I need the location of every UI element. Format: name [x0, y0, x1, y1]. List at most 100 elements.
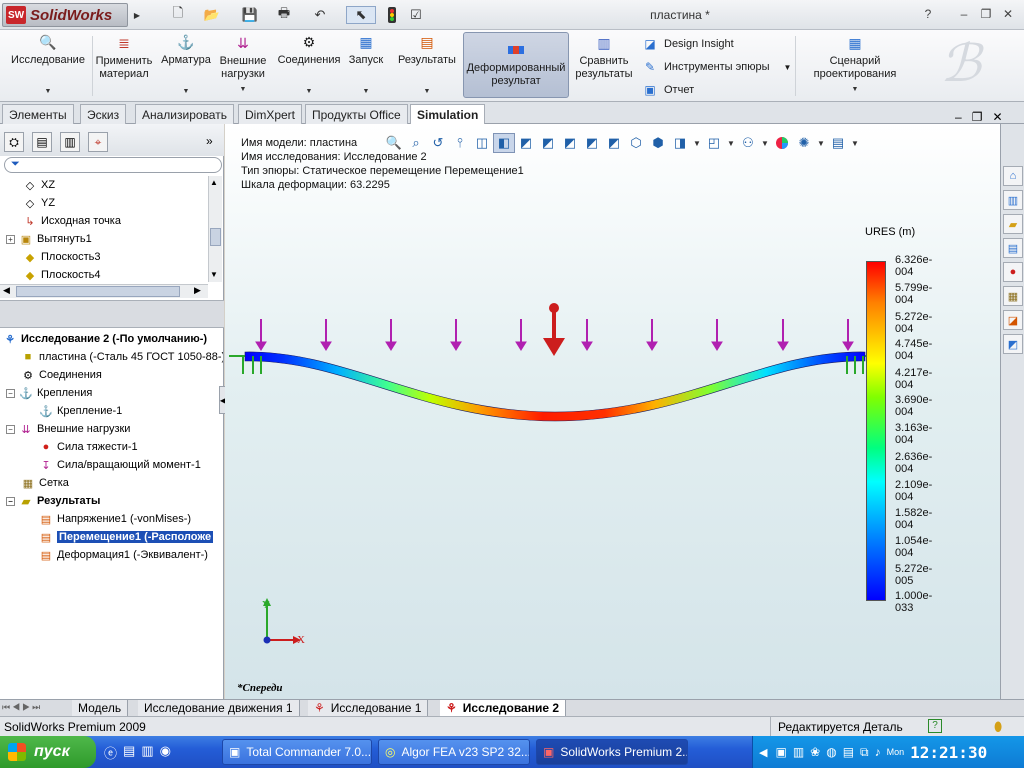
undo-icon[interactable]: ↶: [308, 6, 332, 24]
scroll-left-icon[interactable]: ◀: [3, 285, 10, 296]
deformed-beam[interactable]: [244, 351, 866, 422]
tree-item-part[interactable]: ■ пластина (-Сталь 45 ГОСТ 1050-88-): [20, 348, 223, 366]
tree-horizontal-scrollbar[interactable]: ◀ ▶: [0, 284, 208, 298]
tree-item-fixtures[interactable]: − ⚓ Крепления: [6, 384, 92, 402]
tab-motion-study-1[interactable]: Исследование движения 1: [138, 700, 300, 716]
new-document-icon[interactable]: 🗋: [166, 5, 190, 24]
minimize-icon[interactable]: –: [956, 7, 972, 21]
expand-node-icon[interactable]: +: [6, 234, 15, 244]
tree-item-mesh[interactable]: ▦ Сетка: [20, 474, 69, 492]
isometric-view-icon[interactable]: ◩: [515, 133, 537, 153]
chevron-down-icon[interactable]: ▼: [815, 133, 827, 153]
scroll-thumb[interactable]: [210, 228, 221, 246]
help-icon[interactable]: ?: [920, 7, 936, 21]
tree-item-displacement[interactable]: ▤ Перемещение1 (-Расположе: [38, 528, 214, 546]
start-button[interactable]: пуск: [0, 736, 96, 768]
tray-antivirus-icon[interactable]: ❀: [810, 745, 820, 759]
tray-expand-icon[interactable]: ◀: [759, 746, 767, 759]
chevron-down-icon[interactable]: ▼: [759, 133, 771, 153]
tab-study-2[interactable]: ⚘ Исследование 2: [440, 700, 567, 716]
scroll-up-icon[interactable]: ▲: [210, 178, 218, 187]
back-view-icon[interactable]: ◩: [603, 133, 625, 153]
collapse-node-icon[interactable]: −: [6, 424, 15, 434]
tab-scroll-arrows-icon[interactable]: ⏮◀▶⏭: [2, 702, 42, 713]
hidden-lines-icon[interactable]: ⬢: [647, 133, 669, 153]
right-view-icon[interactable]: ◩: [581, 133, 603, 153]
configuration-manager-tab-icon[interactable]: ▥: [60, 132, 80, 152]
tray-app-icon[interactable]: ▣: [775, 745, 786, 759]
top-view-icon[interactable]: ◩: [559, 133, 581, 153]
scroll-right-icon[interactable]: ▶: [194, 285, 201, 296]
view-orientation-icon[interactable]: ◫: [471, 133, 493, 153]
close-icon[interactable]: ✕: [992, 110, 1002, 124]
tree-item-connections[interactable]: ⚙ Соединения: [20, 366, 102, 384]
flyout-arrow-icon[interactable]: ▶: [132, 6, 142, 24]
display-style-icon[interactable]: ◨: [669, 133, 691, 153]
tree-item-stress[interactable]: ▤ Напряжение1 (-vonMises-): [38, 510, 191, 528]
task-solidworks[interactable]: ▣ SolidWorks Premium 2...: [536, 739, 688, 765]
custom-properties-icon[interactable]: ▦: [1003, 286, 1023, 306]
external-loads-button[interactable]: ⇊ Внешние нагрузки ▼: [216, 34, 270, 98]
tab-sketch[interactable]: Эскиз: [80, 104, 127, 124]
scroll-down-icon[interactable]: ▼: [210, 270, 218, 279]
design-insight-button[interactable]: ◪ Design Insight: [642, 34, 733, 54]
previous-view-icon[interactable]: ↺: [427, 133, 449, 153]
select-icon[interactable]: ⬉: [346, 6, 376, 24]
fixtures-button[interactable]: ⚓ Арматура ▼: [158, 34, 214, 98]
open-icon[interactable]: 📂: [200, 6, 224, 24]
chevron-down-icon[interactable]: ▼: [725, 133, 737, 153]
plot-tools-button[interactable]: ✎ Инструменты эпюры ▼: [642, 57, 791, 77]
save-icon[interactable]: 💾: [238, 6, 262, 24]
zoom-to-area-icon[interactable]: ⌕: [405, 133, 427, 153]
tab-evaluate[interactable]: Анализировать: [135, 104, 234, 124]
design-scenario-button[interactable]: ▦ Сценарий проектирования ▼: [806, 34, 904, 98]
dimxpert-manager-tab-icon[interactable]: ⌖: [88, 132, 108, 152]
task-total-commander[interactable]: ▣ Total Commander 7.0...: [222, 739, 372, 765]
wireframe-icon[interactable]: ⬡: [625, 133, 647, 153]
collapse-node-icon[interactable]: −: [6, 496, 15, 506]
chevron-down-icon[interactable]: ▼: [691, 133, 703, 153]
zoom-to-fit-icon[interactable]: 🔍: [383, 133, 405, 153]
shaded-view-icon[interactable]: ◧: [493, 133, 515, 153]
tree-vertical-scrollbar[interactable]: ▲ ▼: [208, 176, 222, 282]
deformed-result-button[interactable]: Деформированный результат: [463, 32, 569, 98]
tree-item-fixture-1[interactable]: ⚓ Крепление-1: [38, 402, 122, 420]
graphics-viewport[interactable]: Имя модели: пластина Имя исследования: И…: [225, 110, 1003, 699]
tree-item-plane3[interactable]: ◆ Плоскость3: [22, 248, 101, 266]
section-view-icon[interactable]: ⫯: [449, 133, 471, 153]
tab-features[interactable]: Элементы: [2, 104, 74, 124]
tray-connection-icon[interactable]: ⧉: [860, 745, 869, 760]
tab-model[interactable]: Модель: [72, 700, 129, 716]
tab-office-products[interactable]: Продукты Office: [305, 104, 408, 124]
simulation-advisor-icon[interactable]: ◪: [1003, 310, 1023, 330]
restore-icon[interactable]: ❐: [972, 110, 983, 124]
solidworks-resources-icon[interactable]: ◩: [1003, 334, 1023, 354]
tab-study-1[interactable]: ⚘ Исследование 1: [308, 700, 429, 716]
appearances-icon[interactable]: ●: [1003, 262, 1023, 282]
study-button[interactable]: 🔍 Исследование ▼: [8, 34, 88, 98]
tree-item-plane4[interactable]: ◆ Плоскость4: [22, 266, 101, 282]
compare-results-button[interactable]: ▥ Сравнить результаты: [572, 34, 636, 98]
apply-scene-icon[interactable]: ✺: [793, 133, 815, 153]
print-icon[interactable]: 🖶: [272, 5, 296, 24]
solidworks-menu-button[interactable]: SW SolidWorks: [2, 3, 128, 27]
ie-icon[interactable]: ⓔ: [104, 743, 117, 761]
tray-sync-icon[interactable]: ◍: [826, 745, 836, 759]
filter-input[interactable]: ⏷: [4, 157, 222, 173]
design-library-icon[interactable]: ▥: [1003, 190, 1023, 210]
edit-appearance-icon[interactable]: ⚇: [737, 133, 759, 153]
restore-icon[interactable]: ❐: [978, 7, 994, 21]
tree-item-study-root[interactable]: ⚘ Исследование 2 (-По умолчанию-): [2, 330, 207, 348]
hide-show-items-icon[interactable]: ◰: [703, 133, 725, 153]
scroll-thumb[interactable]: [16, 286, 180, 297]
deformed-model-view[interactable]: [225, 284, 875, 434]
collapse-node-icon[interactable]: −: [6, 388, 15, 398]
tray-display-icon[interactable]: ▤: [843, 745, 854, 759]
tree-item-extrude[interactable]: + ▣ Вытянуть1: [6, 230, 92, 248]
tree-item-external-loads[interactable]: − ⇊ Внешние нагрузки: [6, 420, 130, 438]
home-icon[interactable]: ⌂: [1003, 166, 1023, 186]
tree-item-gravity[interactable]: ● Сила тяжести-1: [38, 438, 138, 456]
tree-item-plane-yz[interactable]: ◇ YZ: [22, 194, 55, 212]
tab-simulation[interactable]: Simulation: [410, 104, 486, 125]
scene-icon[interactable]: [771, 133, 793, 153]
